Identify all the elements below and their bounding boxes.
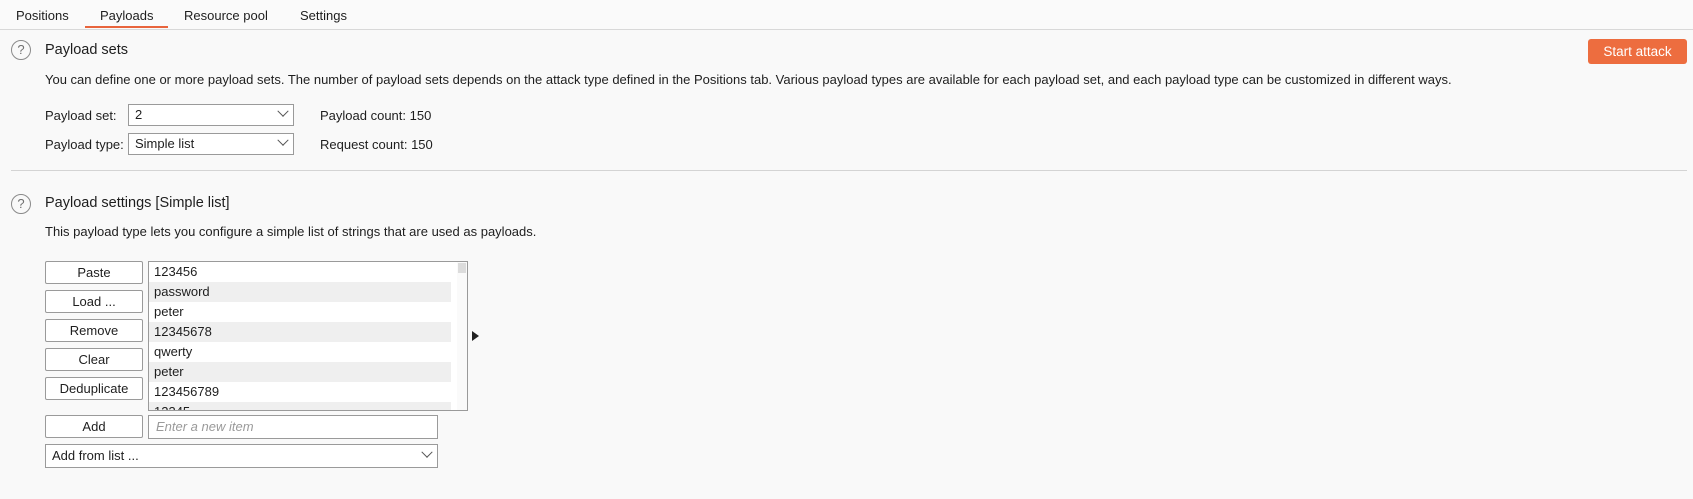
request-count-label: Request count: 150 [320,137,433,152]
payload-settings-description: This payload type lets you configure a s… [45,224,537,239]
chevron-down-icon [277,105,289,117]
section-divider [11,170,1687,171]
payload-set-value: 2 [135,107,143,122]
payload-type-select[interactable]: Simple list [128,133,294,155]
payload-count-value: 150 [409,108,432,123]
payload-list[interactable]: 123456 password peter 12345678 qwerty pe… [148,261,468,411]
new-item-placeholder: Enter a new item [156,419,254,434]
add-from-list-select[interactable]: Add from list ... [45,444,438,468]
payload-set-label: Payload set: [45,108,117,123]
new-item-input[interactable]: Enter a new item [148,415,438,439]
remove-button[interactable]: Remove [45,319,143,342]
add-from-list-label: Add from list ... [52,448,139,463]
chevron-down-icon [277,134,289,146]
list-item[interactable]: peter [149,302,451,322]
list-item[interactable]: 12345678 [149,322,451,342]
active-tab-indicator [85,26,168,28]
deduplicate-button[interactable]: Deduplicate [45,377,143,400]
chevron-down-icon [421,446,433,458]
payload-set-select[interactable]: 2 [128,104,294,126]
add-button[interactable]: Add [45,415,143,438]
list-item[interactable]: qwerty [149,342,451,362]
scrollbar-thumb[interactable] [458,263,466,273]
payload-type-label: Payload type: [45,137,124,152]
paste-button[interactable]: Paste [45,261,143,284]
load-button[interactable]: Load ... [45,290,143,313]
payload-sets-description: You can define one or more payload sets.… [45,72,1452,87]
list-item[interactable]: 123456 [149,262,451,282]
payload-count-label: Payload count: 150 [320,108,432,123]
request-count-value: 150 [411,137,433,152]
tab-positions[interactable]: Positions [16,8,69,23]
clear-button[interactable]: Clear [45,348,143,371]
payload-settings-title: Payload settings [Simple list] [45,195,230,211]
tab-settings[interactable]: Settings [300,8,347,23]
tab-payloads[interactable]: Payloads [100,8,153,23]
tab-bar: Positions Payloads Resource pool Setting… [0,0,1693,30]
help-icon[interactable]: ? [11,40,31,60]
list-scrollbar[interactable] [457,262,467,410]
list-item[interactable]: 12345 [149,402,451,410]
list-item[interactable]: peter [149,362,451,382]
tab-resource-pool[interactable]: Resource pool [184,8,268,23]
help-icon[interactable]: ? [11,194,31,214]
list-item[interactable]: password [149,282,451,302]
list-item[interactable]: 123456789 [149,382,451,402]
caret-right-icon[interactable] [472,331,479,341]
start-attack-button[interactable]: Start attack [1588,39,1687,64]
payload-type-value: Simple list [135,136,195,151]
payload-sets-title: Payload sets [45,42,129,58]
